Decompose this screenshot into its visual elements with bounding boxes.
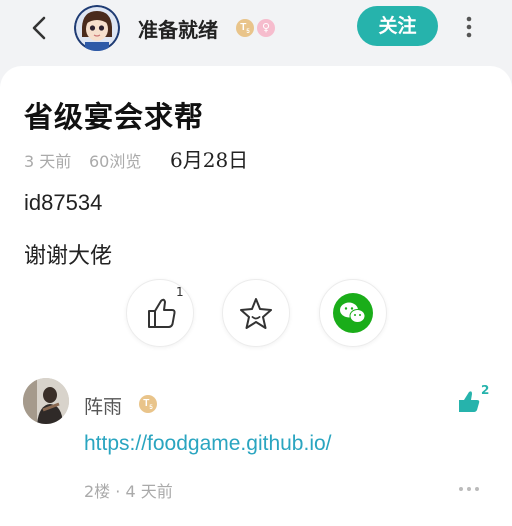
female-icon: ♀ [257, 19, 275, 37]
comment-meta: 2楼 · 4 天前 [84, 482, 173, 501]
comment-link[interactable]: https://foodgame.github.io/ [84, 432, 332, 456]
star-icon [240, 298, 272, 329]
post-age: 3 天前 [24, 152, 72, 171]
level-badge-icon: T5 [236, 19, 254, 37]
like-count: 1 [176, 285, 184, 299]
commenter-avatar[interactable] [23, 378, 69, 424]
back-arrow-icon[interactable] [24, 12, 56, 44]
author-avatar[interactable] [74, 5, 120, 51]
favorite-button[interactable] [222, 279, 290, 347]
comment-more-icon[interactable] [458, 486, 480, 492]
top-bar: 准备就绪 T5 ♀ 关注 [0, 0, 512, 62]
wechat-icon [333, 293, 373, 333]
post-body-line: id87534 [24, 190, 103, 215]
comment-like-icon[interactable] [456, 389, 482, 415]
post-body-line: 谢谢大佬 [24, 244, 113, 269]
post-date-note: 6月28日 [170, 148, 249, 172]
share-wechat-button[interactable] [319, 279, 387, 347]
commenter-name[interactable]: 阵雨 [84, 392, 122, 419]
more-options-icon[interactable] [458, 12, 480, 42]
author-name[interactable]: 准备就绪 [138, 14, 218, 43]
follow-button[interactable]: 关注 [357, 6, 438, 46]
post-title: 省级宴会求帮 [24, 100, 205, 134]
level-badge-icon: T5 [139, 395, 157, 413]
comment-like-count: 2 [481, 383, 490, 397]
post-views: 60浏览 [89, 152, 142, 171]
like-button[interactable] [126, 279, 194, 347]
